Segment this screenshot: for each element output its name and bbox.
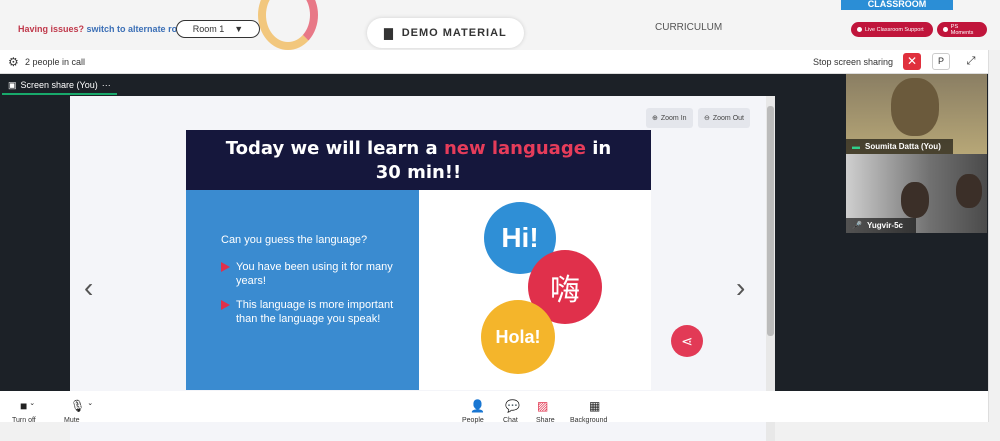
zoom-out-button[interactable]: ⊖ Zoom Out [698,108,750,128]
ps-moments-label: PS Moments [950,23,974,36]
alternate-room-link[interactable]: switch to alternate room [87,24,191,34]
microphone-icon: 🎙 [70,399,86,413]
scrollbar-thumb[interactable] [767,106,774,336]
call-toolbar: ■ ⌄ Turn off 🎙 ⌄ Mute 👤 People 💬 Chat ▨ Sh… [0,391,988,424]
speech-bubble-hola: Hola! [481,300,555,374]
share-button[interactable]: ▨ [537,399,548,413]
slide-text-panel: Can you guess the language? You have bee… [186,190,419,390]
share-scrollbar[interactable] [766,96,775,441]
slide-title: Today we will learn a new language in 30… [186,130,651,190]
page-scrollbar[interactable] [988,50,1000,422]
top-bar: Having issues? switch to alternate room … [0,0,1000,50]
slide-bullet: You have been using it for many years! [221,260,399,288]
camera-icon: ■ [20,399,28,413]
participant-video: 🎤 Yugvir-5c [846,154,987,233]
expand-icon[interactable]: ⤢ [962,53,980,70]
slide-bullet: This language is more important than the… [221,298,399,326]
demo-material-label: DEMO MATERIAL [401,27,507,39]
participant-avatar [901,182,929,218]
microphone-icon: 🎤 [852,221,862,230]
participant-name-tag: 🎤 Yugvir-5c [846,218,916,233]
participant-name-tag: ▬ Soumita Datta (You) [846,139,953,154]
curriculum-link[interactable]: CURRICULUM [655,22,722,33]
person-icon: 👤 [470,399,485,413]
slide-title-line2: 30 min!! [375,162,462,183]
shared-screen: ⊕ Zoom In ⊖ Zoom Out ‹ › Today we will l… [70,96,775,441]
chevron-down-icon: ▼ [234,24,244,34]
slide-bullet-text: This language is more important than the… [236,299,394,325]
camera-label: Turn off [12,417,36,424]
stop-sharing-label: Stop screen sharing [813,57,894,67]
participant-name: Yugvir-5c [866,221,903,230]
bullet-arrow-icon [221,300,230,310]
more-options-icon[interactable]: ··· [102,80,111,90]
tab-screen-share[interactable]: ▣ Screen share (You) ··· [2,77,117,95]
participant-avatar [956,174,982,208]
mute-button[interactable]: 🎙 ⌄ [70,399,93,413]
stop-sharing-button[interactable]: ✕ [903,53,921,70]
chat-label: Chat [503,417,518,424]
background-label: Background [570,417,608,424]
live-support-label: Live Classroom Support [865,26,924,33]
previous-slide-button[interactable]: ‹ [84,272,93,304]
room-select-value: Room 1 [192,24,225,34]
slide-title-part1: Today we will learn a [225,138,438,159]
chat-icon: 💬 [505,399,520,413]
zoom-in-button[interactable]: ⊕ Zoom In [646,108,693,128]
participant-video: ▬ Soumita Datta (You) [846,74,987,154]
chevron-down-icon[interactable]: ⌄ [29,400,35,407]
active-speaker-icon: ▬ [852,142,860,151]
ps-moments-button[interactable]: PS Moments [937,22,987,37]
zoom-in-icon: ⊕ [652,115,658,122]
people-button[interactable]: 👤 [470,399,485,413]
bullet-arrow-icon [221,262,230,272]
mute-label: Mute [64,417,80,424]
live-support-button[interactable]: Live Classroom Support [851,22,933,37]
zoom-in-label: Zoom In [660,114,687,122]
background-button[interactable]: ▦ [589,399,600,413]
gear-icon[interactable]: ⚙ [8,55,19,69]
chat-button[interactable]: 💬 [505,399,520,413]
next-slide-button[interactable]: › [736,272,745,304]
share-screen-icon: ▨ [537,399,549,413]
share-label: Share [536,417,555,424]
background-icon: ▦ [589,399,601,413]
issues-text: Having issues? [18,24,85,34]
p-button[interactable]: P [932,53,950,70]
share-tab-label: Screen share (You) [20,80,98,90]
slide-title-part2: in [592,138,612,159]
people-label: People [462,417,484,424]
support-icon [857,27,862,32]
slide-question: Can you guess the language? [221,234,368,246]
folder-icon: ▇ [384,27,394,40]
call-panel: ⚙ 2 people in call Stop screen sharing ✕… [0,50,988,441]
room-select[interactable]: Room 1 ▼ [176,20,260,38]
people-count: 2 people in call [25,57,86,67]
slide-bullet-text: You have been using it for many years! [236,261,393,287]
moments-icon [943,27,948,32]
participant-avatar [891,78,939,136]
decorative-logo-arc [258,0,318,50]
screen-share-icon: ▣ [8,79,17,90]
zoom-out-label: Zoom Out [712,114,744,122]
share-icon[interactable]: ⋖ [671,325,703,357]
participant-name: Soumita Datta (You) [865,142,941,151]
call-header: ⚙ 2 people in call Stop screen sharing ✕… [0,50,988,74]
chevron-down-icon[interactable]: ⌄ [87,400,93,407]
issues-notice: Having issues? switch to alternate room [18,24,191,34]
slide-title-highlight: new language [443,138,586,159]
presentation-slide: Today we will learn a new language in 30… [186,130,651,390]
classroom-tag: CLASSROOM [841,0,953,10]
demo-material-button[interactable]: ▇ DEMO MATERIAL [367,18,524,48]
camera-button[interactable]: ■ ⌄ [20,399,35,413]
zoom-out-icon: ⊖ [704,115,710,122]
